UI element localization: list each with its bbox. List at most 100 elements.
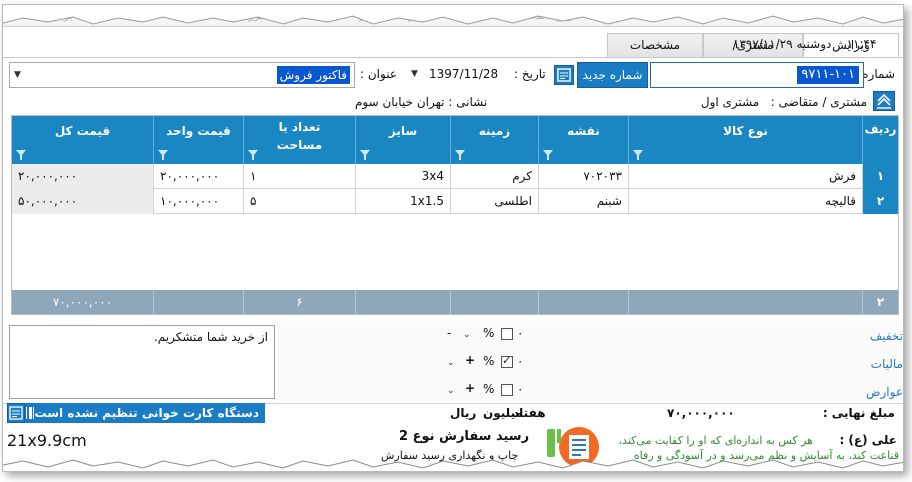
summary-empty xyxy=(355,290,450,315)
time-text: ۱۱:۴۴ xyxy=(846,37,877,51)
date-value: 1397/11/28 xyxy=(429,67,499,81)
cell-ground[interactable]: کرم xyxy=(450,164,538,189)
chevron-down-icon[interactable]: ▼ xyxy=(14,70,21,80)
cell-pattern[interactable]: ۷۰۲۰۳۳ xyxy=(538,164,628,189)
chevron-down-icon[interactable]: ▼ xyxy=(411,69,418,79)
date-label: تاریخ : xyxy=(514,67,546,81)
col-header-total[interactable]: قیمت کل xyxy=(12,116,153,164)
chevron-down-icon[interactable]: ⌄ xyxy=(447,358,455,368)
cell-qty[interactable]: ۵ xyxy=(243,189,355,214)
plus-icon[interactable]: + xyxy=(465,381,475,395)
items-grid: ردیف نوع کالا نقشه زمینه سایز تعداد یا م… xyxy=(11,115,899,315)
cell-ground[interactable]: اطلسی xyxy=(450,189,538,214)
cell-item[interactable]: قالیچه xyxy=(628,189,862,214)
row-number: ۱ xyxy=(862,164,898,189)
cell-size[interactable]: 1x1.5 xyxy=(355,189,450,214)
date-picker[interactable]: ▼ 1397/11/28 xyxy=(409,65,505,85)
percent-label: % xyxy=(483,326,495,340)
quote-author: علی (ع) : xyxy=(839,433,897,447)
minus-icon[interactable]: - xyxy=(447,326,451,340)
cell-item[interactable]: فرش xyxy=(628,164,862,189)
customers-icon[interactable] xyxy=(873,91,895,111)
number-input[interactable]: ۹۷۱۱-۱۰۱ xyxy=(650,62,864,88)
discount-checkbox[interactable] xyxy=(501,328,513,340)
customer-value: مشتری اول xyxy=(700,95,760,109)
cell-size[interactable]: 3x4 xyxy=(355,164,450,189)
title-select[interactable]: ▼ فاکتور فروش xyxy=(9,62,355,88)
grid-summary-row: ۲ ۶ ۷۰,۰۰۰,۰۰۰ xyxy=(12,290,898,315)
discount-label: تخفیف xyxy=(869,329,903,343)
card-reader-status[interactable]: ▼ دستگاه کارت خوانی تنظیم نشده است xyxy=(7,403,265,423)
customer-label: مشتری / متقاضی : xyxy=(770,95,867,109)
paper-size: 21x9.9cm xyxy=(7,431,87,450)
cell-total: ۲۰,۰۰۰,۰۰۰ xyxy=(12,164,153,189)
summary-empty xyxy=(628,290,862,315)
duties-control[interactable]: ⌄ + % ۰ xyxy=(445,381,535,401)
calculator-icon[interactable] xyxy=(7,403,25,423)
filter-icon[interactable] xyxy=(543,150,553,160)
torn-edge-bottom xyxy=(3,459,903,471)
customer-field[interactable]: مشتری / متقاضی : مشتری اول xyxy=(701,95,867,109)
filter-icon[interactable] xyxy=(633,150,643,160)
col-header-item[interactable]: نوع کالا xyxy=(628,116,862,164)
final-amount-value: ۷۰,۰۰۰,۰۰۰ xyxy=(667,406,735,420)
adjustments-panel xyxy=(277,321,903,401)
title-label: عنوان : xyxy=(360,67,397,81)
filter-icon[interactable] xyxy=(360,150,370,160)
duties-value[interactable]: ۰ xyxy=(517,382,523,396)
date-text: ۱۳۹۷/۱۱/۲۹ xyxy=(733,37,793,51)
filter-icon[interactable] xyxy=(455,150,465,160)
card-reader-text: دستگاه کارت خوانی تنظیم نشده است xyxy=(34,406,259,420)
percent-label: % xyxy=(483,382,495,396)
plus-icon[interactable]: + xyxy=(465,353,475,367)
tax-value[interactable]: ۰ xyxy=(517,354,523,368)
cell-unit-price[interactable]: ۱۰,۰۰۰,۰۰۰ xyxy=(153,189,243,214)
tax-label: مالیات xyxy=(870,357,903,371)
percent-label: % xyxy=(483,354,495,368)
amount-words-2: میلیون xyxy=(483,406,523,420)
tax-checkbox[interactable] xyxy=(501,354,513,368)
chevron-down-icon[interactable]: ⌄ xyxy=(447,386,455,396)
title-value: فاکتور فروش xyxy=(276,66,350,84)
tax-control[interactable]: ⌄ + % ۰ xyxy=(445,353,535,373)
datetime-display: ۱۱:۴۴ دوشنبه ۱۳۹۷/۱۱/۲۹ xyxy=(733,37,876,51)
summary-count: ۲ xyxy=(862,290,898,315)
address-label: نشانی : xyxy=(448,95,488,109)
summary-empty xyxy=(153,290,243,315)
discount-control[interactable]: - ⌄ % ۰ xyxy=(445,325,535,345)
table-row[interactable]: ۱ فرش ۷۰۲۰۳۳ کرم 3x4 ۱ ۲۰,۰۰۰,۰۰۰ ۲۰,۰۰۰… xyxy=(12,164,898,189)
filter-icon[interactable] xyxy=(158,150,168,160)
chevron-down-icon[interactable]: ⌄ xyxy=(463,330,471,340)
day-text: دوشنبه xyxy=(796,37,832,51)
final-amount-label: مبلغ نهایی : xyxy=(822,406,895,420)
col-header-unit-price[interactable]: قیمت واحد xyxy=(153,116,243,164)
duties-label: عوارض xyxy=(866,385,903,399)
address-value: تهران خیابان سوم xyxy=(355,95,445,109)
cell-unit-price[interactable]: ۲۰,۰۰۰,۰۰۰ xyxy=(153,164,243,189)
discount-value[interactable]: ۰ xyxy=(517,326,523,340)
receipt-title[interactable]: رسید سفارش نوع 2 xyxy=(399,429,529,444)
col-header-ground[interactable]: زمینه xyxy=(450,116,538,164)
col-header-size[interactable]: سایز xyxy=(355,116,450,164)
cell-total: ۵۰,۰۰۰,۰۰۰ xyxy=(12,189,153,214)
amount-words-3: ریال xyxy=(450,406,477,420)
calendar-icon[interactable] xyxy=(554,65,574,85)
note-textarea[interactable]: از خرید شما متشکریم. xyxy=(9,325,275,399)
address-field: نشانی : تهران خیابان سوم xyxy=(355,95,487,109)
summary-empty xyxy=(538,290,628,315)
filter-icon[interactable] xyxy=(248,150,258,160)
new-number-button[interactable]: شماره جدید xyxy=(577,62,648,88)
duties-checkbox[interactable] xyxy=(501,384,513,396)
tab-details[interactable]: مشخصات xyxy=(607,33,703,57)
col-header-qty[interactable]: تعداد یا مساحت xyxy=(243,116,355,164)
row-number: ۲ xyxy=(862,189,898,214)
cell-pattern[interactable]: شبنم xyxy=(538,189,628,214)
summary-qty: ۶ xyxy=(243,290,355,315)
cell-qty[interactable]: ۱ xyxy=(243,164,355,189)
col-header-row[interactable]: ردیف xyxy=(862,116,898,164)
table-row[interactable]: ۲ قالیچه شبنم اطلسی 1x1.5 ۵ ۱۰,۰۰۰,۰۰۰ ۵… xyxy=(12,189,898,214)
quote-line-1: هر کس به اندازه‌ای که او را کفایت می‌کند… xyxy=(618,434,813,447)
filter-icon[interactable] xyxy=(16,150,26,160)
invoice-window: ورود اطلاعات پرونده خودکار پرونده برگ وی… xyxy=(2,4,904,472)
col-header-pattern[interactable]: نقشه xyxy=(538,116,628,164)
